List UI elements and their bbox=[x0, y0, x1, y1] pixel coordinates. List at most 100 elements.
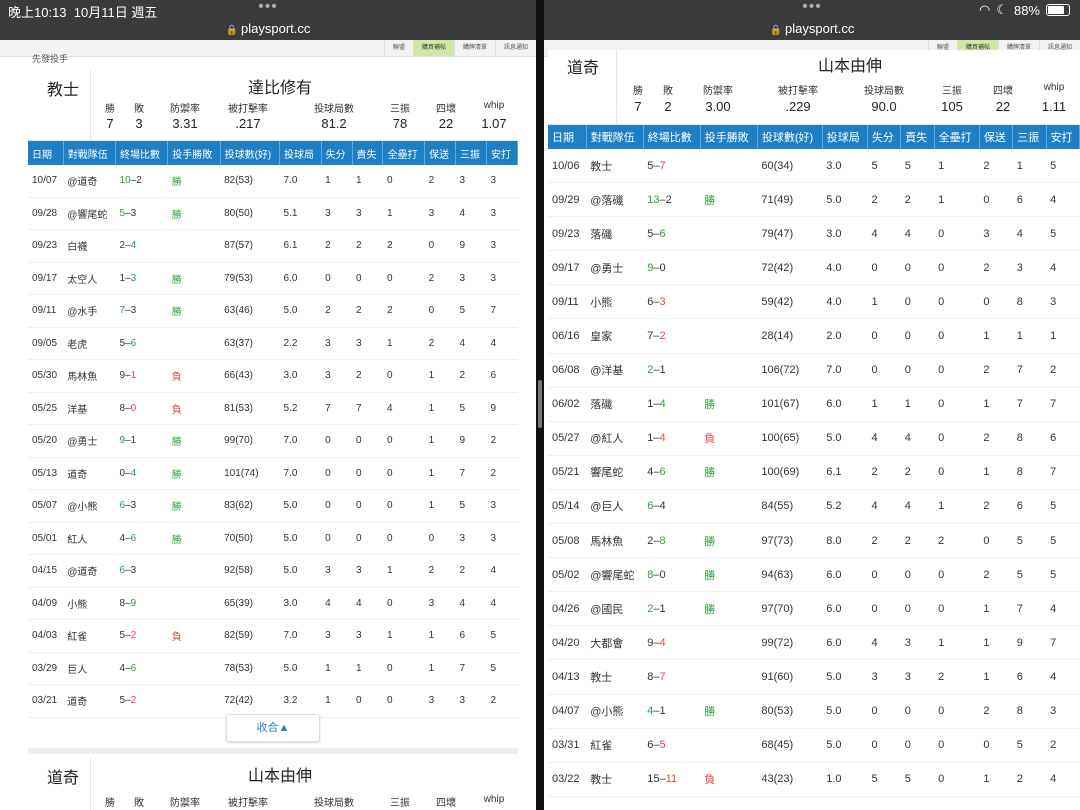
status-right: ◠ ☾ 88% bbox=[979, 2, 1070, 18]
table-cell: 0 bbox=[867, 694, 901, 729]
table-cell: 3.0 bbox=[822, 149, 868, 184]
table-cell: 1 bbox=[321, 652, 353, 685]
table-cell: 0 bbox=[321, 522, 353, 555]
table-cell: 7 bbox=[1012, 591, 1047, 627]
column-header[interactable]: 安打 bbox=[486, 141, 519, 165]
table-cell: 9 bbox=[486, 392, 518, 425]
nav-tab-list[interactable]: 購牌清單 bbox=[453, 40, 495, 56]
table-cell: 3 bbox=[1046, 694, 1080, 729]
table-cell: 小熊 bbox=[63, 587, 116, 620]
table-cell: 2 bbox=[424, 327, 456, 360]
table-cell: 7.0 bbox=[279, 619, 322, 653]
column-header[interactable]: 全壘打 bbox=[382, 141, 426, 165]
nav-tab-notify[interactable]: 訊息通知 bbox=[494, 40, 536, 56]
url-bar[interactable]: 🔒 playsport.cc bbox=[544, 20, 1080, 40]
column-header[interactable]: 投手勝敗 bbox=[700, 125, 758, 149]
column-header[interactable]: 保送 bbox=[424, 141, 457, 165]
column-header[interactable]: 對戰隊伍 bbox=[63, 141, 117, 165]
table-cell: 05/13 bbox=[28, 457, 64, 490]
column-header[interactable]: 安打 bbox=[1046, 125, 1080, 149]
score-cell: 4–6 bbox=[115, 522, 168, 555]
column-header[interactable]: 對戰隊伍 bbox=[586, 125, 644, 149]
table-cell: 5.0 bbox=[279, 489, 322, 523]
table-cell: 1 bbox=[424, 457, 456, 490]
table-cell: 2 bbox=[900, 523, 935, 559]
table-cell: 5.0 bbox=[822, 421, 868, 456]
stat-item: 三振 bbox=[390, 798, 410, 809]
table-cell: 2 bbox=[424, 554, 456, 588]
column-header[interactable]: 全壘打 bbox=[934, 125, 980, 149]
stat-item: 防禦率 bbox=[170, 798, 200, 809]
column-header[interactable]: 終場比數 bbox=[643, 125, 701, 149]
column-header[interactable]: 保送 bbox=[979, 125, 1014, 149]
divider bbox=[616, 50, 617, 124]
table-row: 05/01 紅人 4–6 勝 70(50) 5.0 0 0 0 0 3 3 bbox=[28, 522, 518, 555]
table-cell: 0 bbox=[382, 165, 425, 198]
url-bar[interactable]: 🔒 playsport.cc bbox=[0, 20, 536, 40]
table-cell: 7.0 bbox=[279, 424, 322, 458]
table-row: 03/29 巨人 4–6 78(53) 5.0 1 1 0 1 7 5 bbox=[28, 652, 518, 685]
table-cell: @道奇 bbox=[63, 554, 116, 588]
multitask-dots-icon[interactable]: ••• bbox=[802, 0, 822, 16]
table-cell: 1 bbox=[424, 619, 456, 653]
table-cell: 06/16 bbox=[548, 318, 587, 354]
nav-tab-buy[interactable]: 購買補帖 bbox=[412, 40, 454, 56]
collapse-button[interactable]: 收合▲ bbox=[226, 714, 320, 742]
column-header[interactable]: 失分 bbox=[321, 141, 353, 165]
table-cell: 09/23 bbox=[548, 216, 587, 252]
column-header[interactable]: 投球局 bbox=[279, 141, 322, 165]
table-cell: 0 bbox=[900, 591, 935, 627]
column-header[interactable]: 投球數(好) bbox=[757, 125, 823, 149]
column-header[interactable]: 投球數(好) bbox=[220, 141, 280, 165]
table-cell: 3.0 bbox=[279, 587, 322, 620]
table-cell: 2 bbox=[424, 262, 456, 295]
nav-tab-league[interactable]: 聯盟 bbox=[383, 40, 413, 56]
column-header[interactable]: 責失 bbox=[900, 125, 935, 149]
table-cell: 72(42) bbox=[757, 250, 823, 286]
column-header[interactable]: 投手勝敗 bbox=[167, 141, 221, 165]
table-cell: 0 bbox=[867, 728, 901, 763]
table-cell: 03/29 bbox=[28, 652, 64, 685]
table-cell: 80(50) bbox=[220, 197, 280, 230]
split-resize-handle[interactable] bbox=[538, 380, 542, 428]
table-cell: 馬林魚 bbox=[586, 523, 644, 559]
table-cell: 5 bbox=[1012, 557, 1047, 593]
table-cell: 老虎 bbox=[63, 327, 116, 360]
table-cell: 3 bbox=[352, 619, 383, 653]
table-cell bbox=[700, 625, 758, 661]
table-cell: 勝 bbox=[167, 294, 221, 328]
column-header[interactable]: 責失 bbox=[352, 141, 384, 165]
table-cell: 0 bbox=[934, 421, 980, 456]
table-cell: 0 bbox=[321, 489, 353, 523]
multitask-dots-icon[interactable]: ••• bbox=[258, 0, 278, 16]
table-cell: 9 bbox=[455, 424, 487, 458]
table-cell: 06/08 bbox=[548, 353, 587, 388]
column-header[interactable]: 日期 bbox=[28, 141, 64, 165]
table-cell: 4 bbox=[1012, 216, 1047, 252]
table-cell: 5.1 bbox=[279, 197, 322, 230]
table-cell: 6.0 bbox=[822, 625, 868, 661]
table-cell: 3 bbox=[455, 262, 487, 295]
table-cell: 0 bbox=[424, 294, 456, 328]
table-cell: 1 bbox=[979, 387, 1013, 422]
column-header[interactable]: 三振 bbox=[455, 141, 487, 165]
table-cell: 8 bbox=[1012, 455, 1047, 490]
table-cell: 5 bbox=[1046, 557, 1080, 593]
table-cell: 97(70) bbox=[757, 591, 823, 627]
table-cell: 0 bbox=[900, 284, 935, 320]
table-cell: 3 bbox=[900, 625, 935, 661]
column-header[interactable]: 三振 bbox=[1012, 125, 1047, 149]
table-cell: 0 bbox=[352, 489, 383, 523]
table-cell: 63(46) bbox=[220, 294, 280, 328]
divider bbox=[90, 70, 91, 140]
column-header[interactable]: 失分 bbox=[867, 125, 902, 149]
table-cell: 7.0 bbox=[279, 165, 322, 198]
table-row: 10/06 教士 5–7 60(34) 3.0 5 5 1 2 1 5 bbox=[548, 149, 1080, 184]
table-row: 04/20 大都會 9–4 99(72) 6.0 4 3 1 1 9 7 bbox=[548, 625, 1080, 661]
table-cell: 4.0 bbox=[822, 250, 868, 286]
column-header[interactable]: 日期 bbox=[548, 125, 587, 149]
table-cell: 0 bbox=[979, 284, 1013, 320]
column-header[interactable]: 終場比數 bbox=[115, 141, 169, 165]
column-header[interactable]: 投球局 bbox=[822, 125, 868, 149]
table-cell: 2 bbox=[321, 229, 353, 263]
